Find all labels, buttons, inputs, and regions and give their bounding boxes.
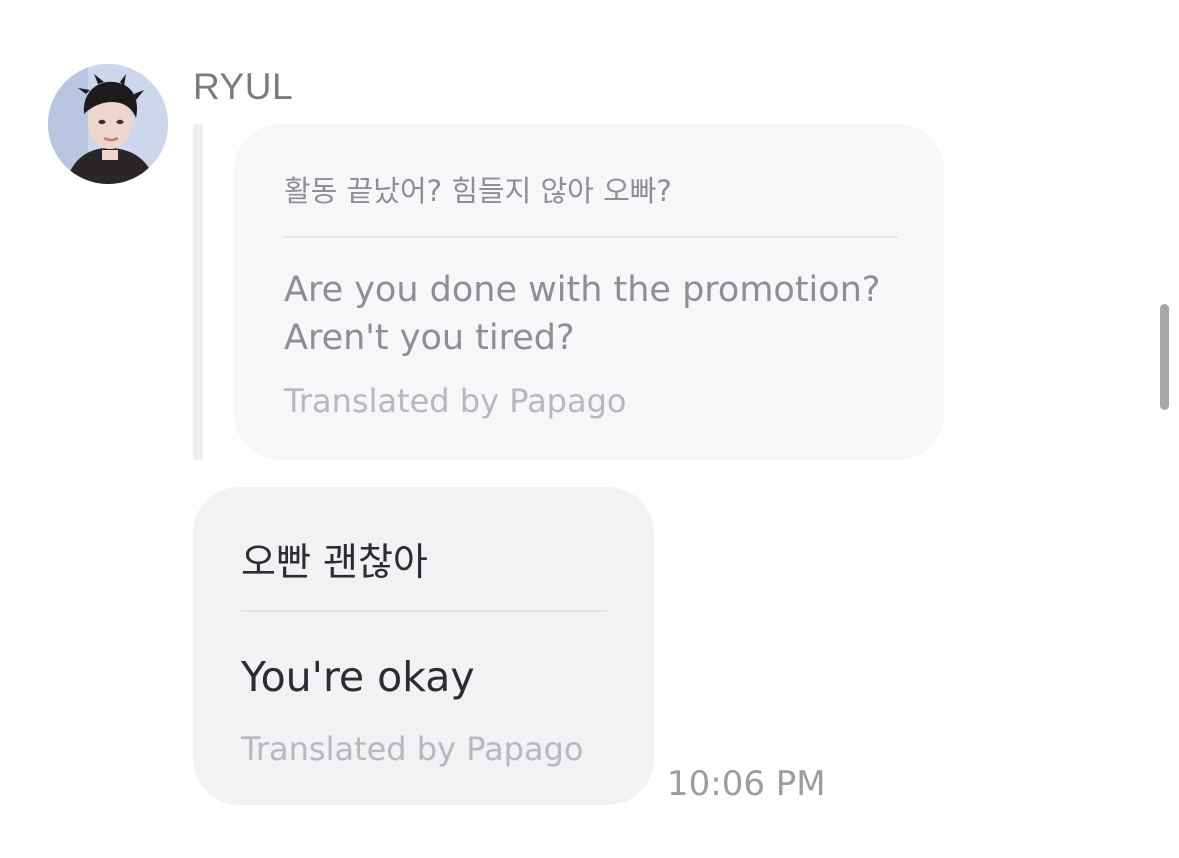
reply-original-text: 오빤 괜찮아 xyxy=(241,540,428,584)
quoted-translation-line-2: Aren't you tired? xyxy=(284,318,575,358)
scrollbar-thumb[interactable] xyxy=(1160,304,1169,410)
message-timestamp: 10:06 PM xyxy=(667,764,826,804)
reply-indicator-bar xyxy=(193,124,203,460)
reply-message-bubble[interactable]: 오빤 괜찮아 You're okay Translated by Papago xyxy=(193,487,654,805)
profile-photo-icon xyxy=(48,64,168,184)
translation-divider xyxy=(284,236,898,238)
quoted-original-text: 활동 끝났어? 힘들지 않아 오빠? xyxy=(284,174,672,208)
translation-divider xyxy=(241,610,607,612)
sender-avatar[interactable] xyxy=(48,64,168,184)
reply-translation-text: You're okay xyxy=(241,653,475,701)
quoted-translation-line-1: Are you done with the promotion? xyxy=(284,270,881,310)
sender-name: RYUL xyxy=(193,66,294,107)
quoted-translation-text: Are you done with the promotion? Aren't … xyxy=(284,266,924,362)
translation-credit: Translated by Papago xyxy=(284,382,627,420)
quoted-message-bubble[interactable]: 활동 끝났어? 힘들지 않아 오빠? Are you done with the… xyxy=(234,124,944,460)
translation-credit: Translated by Papago xyxy=(241,730,584,768)
